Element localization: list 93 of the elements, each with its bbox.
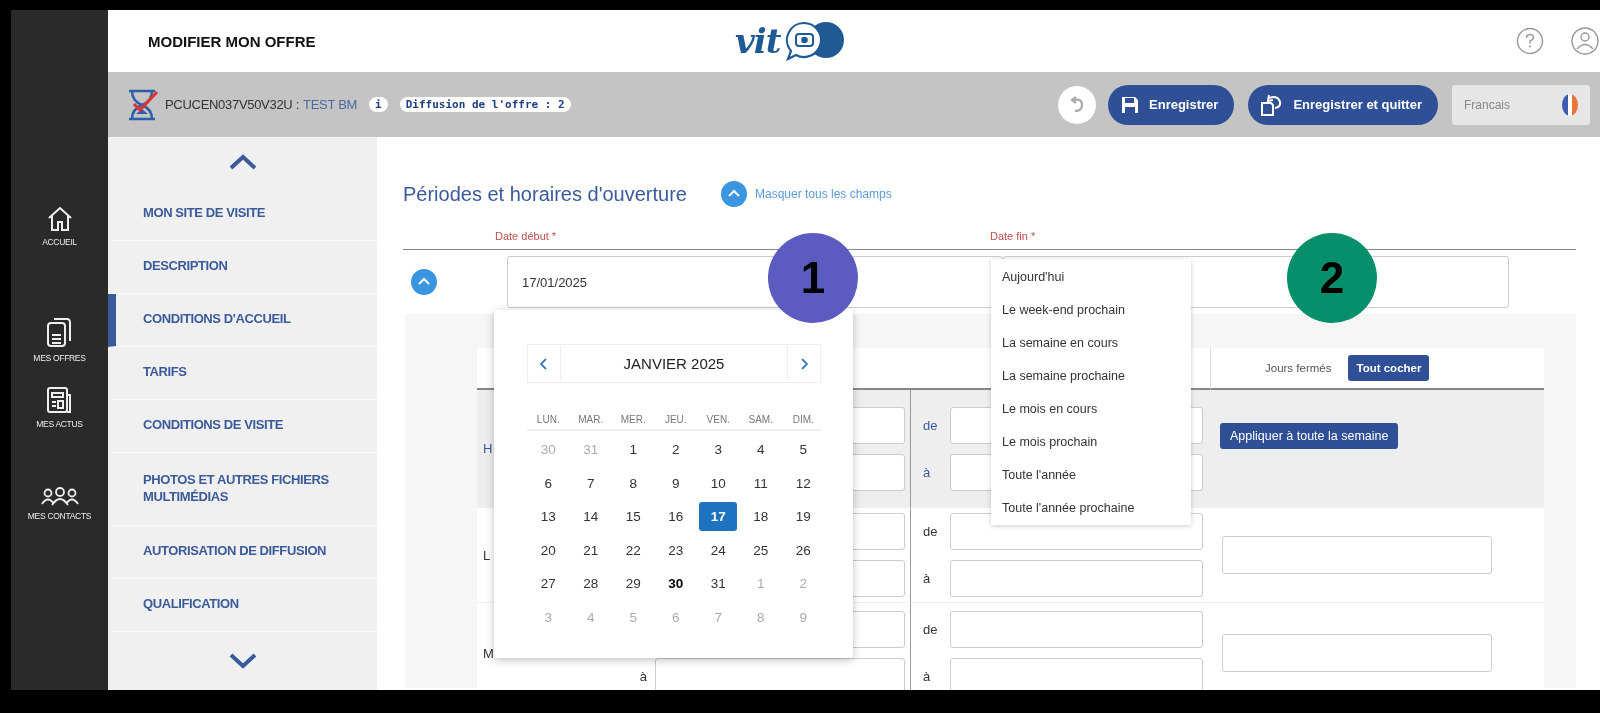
section-title: Périodes et horaires d'ouverture bbox=[403, 182, 687, 206]
time-field[interactable] bbox=[950, 658, 1203, 690]
collapse-icon[interactable] bbox=[411, 269, 437, 295]
to-label: à bbox=[638, 669, 648, 684]
weekday-label: SAM. bbox=[747, 414, 774, 425]
dropdown-option[interactable]: La semaine prochaine bbox=[991, 359, 1191, 392]
calendar-day[interactable]: 22 bbox=[614, 535, 653, 565]
calendar-day[interactable]: 26 bbox=[784, 535, 823, 565]
end-date-label: Date fin * bbox=[990, 230, 1036, 242]
weekday-label: VEN. bbox=[705, 414, 731, 425]
weekday-label: MER. bbox=[619, 414, 647, 425]
flag-icon bbox=[1560, 92, 1580, 117]
to-label: à bbox=[922, 669, 932, 684]
calendar-day[interactable]: 4 bbox=[741, 435, 780, 465]
save-and-quit-button[interactable]: Enregistrer et quitter bbox=[1248, 84, 1438, 125]
apply-week-button[interactable]: Appliquer à toute la semaine bbox=[1220, 422, 1399, 449]
calendar-day[interactable]: 11 bbox=[741, 468, 780, 498]
calendar-day[interactable]: 6 bbox=[529, 468, 568, 498]
calendar-day[interactable]: 15 bbox=[614, 502, 653, 532]
save-button[interactable]: Enregistrer bbox=[1108, 84, 1235, 125]
calendar-day[interactable]: 30 bbox=[656, 569, 695, 599]
nav-label[interactable]: MES OFFRES bbox=[33, 353, 86, 363]
page-title: MODIFIER MON OFFRE bbox=[147, 32, 317, 50]
calendar-day[interactable]: 12 bbox=[784, 468, 823, 498]
nav-label[interactable]: MES ACTUS bbox=[36, 419, 83, 429]
step-number-badge: 2 bbox=[1287, 233, 1377, 323]
chevron-up-icon[interactable] bbox=[227, 153, 258, 172]
calendar-day[interactable]: 18 bbox=[741, 502, 780, 532]
nav-label[interactable]: MES CONTACTS bbox=[27, 511, 92, 521]
nav-label[interactable]: ACCUEIL bbox=[42, 237, 77, 247]
closed-day-field[interactable] bbox=[1222, 634, 1492, 672]
calendar-day[interactable]: 1 bbox=[614, 435, 653, 465]
calendar-day[interactable]: 16 bbox=[656, 502, 695, 532]
weekday-label: MAR. bbox=[577, 414, 605, 425]
calendar-day[interactable]: 10 bbox=[699, 468, 738, 498]
chevron-right-icon bbox=[799, 356, 809, 371]
calendar-day[interactable]: 31 bbox=[699, 569, 738, 599]
calendar-day[interactable]: 8 bbox=[614, 468, 653, 498]
from-label: de bbox=[922, 524, 939, 539]
step-number-badge: 1 bbox=[768, 233, 858, 323]
calendar-day[interactable]: 7 bbox=[571, 468, 610, 498]
day-label: M bbox=[483, 645, 494, 661]
calendar-day[interactable]: 17 bbox=[699, 502, 738, 532]
documents-icon bbox=[45, 315, 74, 349]
help-icon[interactable] bbox=[1516, 27, 1544, 55]
weekday-label: DIM. bbox=[791, 414, 815, 425]
calendar-day[interactable]: 25 bbox=[741, 535, 780, 565]
calendar-day[interactable]: 3 bbox=[699, 435, 738, 465]
undo-button[interactable] bbox=[1058, 85, 1097, 124]
calendar-day[interactable]: 29 bbox=[614, 569, 653, 599]
day-label: L bbox=[483, 547, 491, 563]
chevron-down-icon[interactable] bbox=[227, 651, 258, 670]
info-badge[interactable]: i bbox=[369, 97, 388, 112]
dropdown-option[interactable]: Toute l'année prochaine bbox=[991, 491, 1191, 524]
collapse-all-icon[interactable] bbox=[721, 181, 747, 207]
calendar-day[interactable]: 20 bbox=[529, 535, 568, 565]
dropdown-option[interactable]: Le mois en cours bbox=[991, 392, 1191, 425]
offer-name: TEST BM bbox=[303, 97, 358, 112]
newspaper-icon bbox=[45, 385, 74, 415]
from-label: de bbox=[922, 622, 939, 637]
diffusion-badge: Diffusion de l'offre : 2 bbox=[399, 97, 571, 112]
closed-day-field[interactable] bbox=[1222, 536, 1492, 574]
weekday-label: JEU. bbox=[663, 414, 688, 425]
calendar-day[interactable]: 2 bbox=[656, 435, 695, 465]
offer-code: PCUCEN037V50V32U : bbox=[165, 97, 300, 112]
day-label: H bbox=[483, 441, 493, 456]
closed-days-label: Jours fermés bbox=[1265, 362, 1332, 374]
calendar-day[interactable]: 24 bbox=[699, 535, 738, 565]
user-icon[interactable] bbox=[1570, 26, 1600, 56]
calendar-day[interactable]: 14 bbox=[571, 502, 610, 532]
time-field[interactable] bbox=[655, 658, 905, 690]
check-all-button[interactable]: Tout cocher bbox=[1348, 355, 1430, 381]
to-label: à bbox=[922, 571, 932, 586]
calendar-day[interactable]: 21 bbox=[571, 535, 610, 565]
chevron-left-icon bbox=[539, 356, 549, 371]
dropdown-option[interactable]: La semaine en cours bbox=[991, 326, 1191, 359]
calendar-day[interactable]: 13 bbox=[529, 502, 568, 532]
calendar-day[interactable]: 27 bbox=[529, 569, 568, 599]
time-field[interactable] bbox=[950, 611, 1203, 648]
calendar-day[interactable]: 23 bbox=[656, 535, 695, 565]
calendar-day[interactable]: 9 bbox=[656, 468, 695, 498]
calendar-day[interactable]: 28 bbox=[571, 569, 610, 599]
from-label: de bbox=[922, 417, 939, 433]
calendar-day[interactable]: 5 bbox=[784, 435, 823, 465]
calendar-day[interactable]: 19 bbox=[784, 502, 823, 532]
start-date-label: Date début * bbox=[495, 230, 558, 242]
dropdown-option[interactable]: Le mois prochain bbox=[991, 425, 1191, 458]
people-icon bbox=[39, 487, 80, 507]
dropdown-option[interactable]: Toute l'année bbox=[991, 458, 1191, 491]
to-label: à bbox=[922, 464, 932, 480]
time-field[interactable] bbox=[950, 560, 1203, 597]
logo-text: vit bbox=[735, 21, 781, 61]
weekday-label: LUN. bbox=[535, 414, 561, 425]
